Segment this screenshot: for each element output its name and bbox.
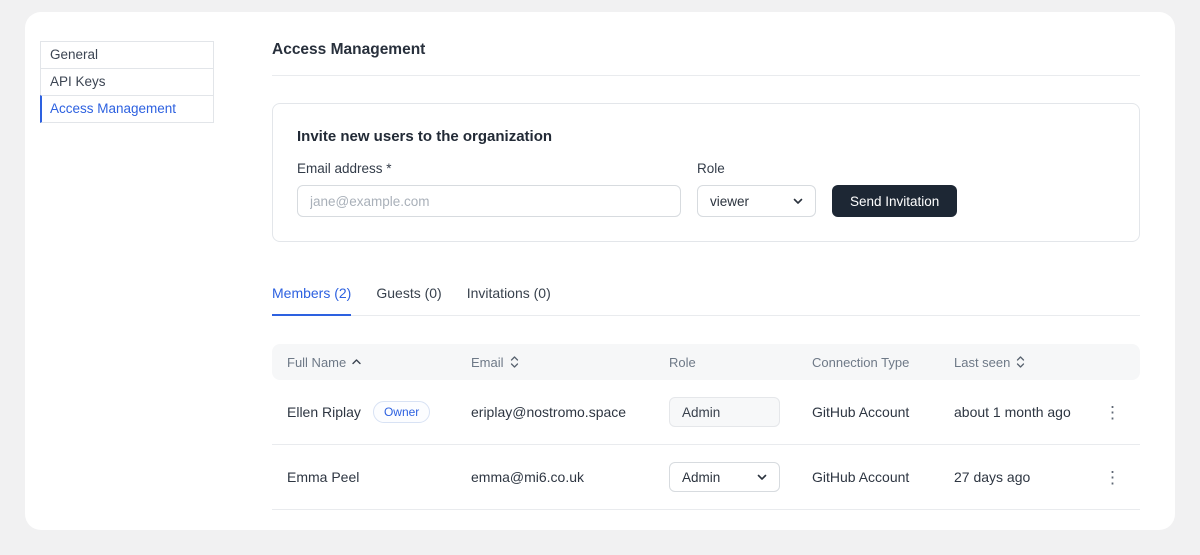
- sort-both-icon: [510, 356, 519, 368]
- member-email: eriplay@nostromo.space: [471, 404, 669, 420]
- main-content: Access Management Invite new users to th…: [272, 12, 1140, 510]
- chevron-down-icon: [793, 196, 803, 206]
- table-header-row: Full Name Email: [272, 344, 1140, 380]
- invite-users-panel: Invite new users to the organization Ema…: [272, 103, 1140, 242]
- sidebar-item-api-keys[interactable]: API Keys: [40, 68, 214, 96]
- column-header-email[interactable]: Email: [471, 355, 669, 370]
- sidebar-item-general[interactable]: General: [40, 41, 214, 69]
- role-dropdown[interactable]: Admin: [669, 462, 780, 492]
- role-label: Role: [697, 161, 816, 176]
- role-readonly-field: Admin: [669, 397, 780, 427]
- email-label: Email address *: [297, 161, 681, 176]
- connection-type: GitHub Account: [812, 469, 954, 485]
- column-header-role: Role: [669, 355, 812, 370]
- column-header-full-name[interactable]: Full Name: [287, 355, 471, 370]
- members-table: Full Name Email: [272, 344, 1140, 510]
- row-actions-menu-icon[interactable]: ⋮: [1100, 467, 1125, 488]
- column-label: Email: [471, 355, 504, 370]
- sidebar-item-access-management[interactable]: Access Management: [40, 95, 214, 123]
- sort-asc-icon: [352, 359, 361, 365]
- row-actions-menu-icon[interactable]: ⋮: [1100, 402, 1125, 423]
- email-field-group: Email address *: [297, 161, 681, 217]
- owner-badge: Owner: [373, 401, 430, 423]
- last-seen: 27 days ago: [954, 469, 1101, 485]
- settings-sidebar: General API Keys Access Management: [40, 41, 214, 123]
- column-label: Role: [669, 355, 696, 370]
- column-header-last-seen[interactable]: Last seen: [954, 355, 1101, 370]
- table-row: Emma Peel emma@mi6.co.uk Admin GitHub Ac…: [272, 445, 1140, 510]
- table-row: Ellen Riplay Owner eriplay@nostromo.spac…: [272, 380, 1140, 445]
- role-dropdown-value: Admin: [682, 470, 720, 485]
- role-select[interactable]: viewer: [697, 185, 816, 217]
- email-input[interactable]: [297, 185, 681, 217]
- invite-form: Email address * Role viewer Send Invi: [297, 161, 1115, 217]
- member-email: emma@mi6.co.uk: [471, 469, 669, 485]
- settings-card: General API Keys Access Management Acces…: [25, 12, 1175, 530]
- member-name: Emma Peel: [287, 469, 359, 485]
- chevron-down-icon: [757, 472, 767, 482]
- member-tabs: Members (2) Guests (0) Invitations (0): [272, 285, 1140, 316]
- role-field-group: Role viewer: [697, 161, 816, 217]
- tab-guests[interactable]: Guests (0): [376, 285, 441, 316]
- column-label: Last seen: [954, 355, 1010, 370]
- tab-invitations[interactable]: Invitations (0): [467, 285, 551, 316]
- role-select-value: viewer: [710, 194, 749, 209]
- column-label: Full Name: [287, 355, 346, 370]
- member-name: Ellen Riplay: [287, 404, 361, 420]
- last-seen: about 1 month ago: [954, 404, 1101, 420]
- column-header-connection-type: Connection Type: [812, 355, 954, 370]
- title-divider: [272, 75, 1140, 76]
- column-label: Connection Type: [812, 355, 909, 370]
- send-invitation-button[interactable]: Send Invitation: [832, 185, 957, 217]
- member-name-cell: Emma Peel: [287, 469, 471, 485]
- page-title: Access Management: [272, 12, 1140, 59]
- invite-heading: Invite new users to the organization: [297, 128, 1115, 145]
- tab-members[interactable]: Members (2): [272, 285, 351, 316]
- connection-type: GitHub Account: [812, 404, 954, 420]
- member-name-cell: Ellen Riplay Owner: [287, 401, 471, 423]
- sort-both-icon: [1016, 356, 1025, 368]
